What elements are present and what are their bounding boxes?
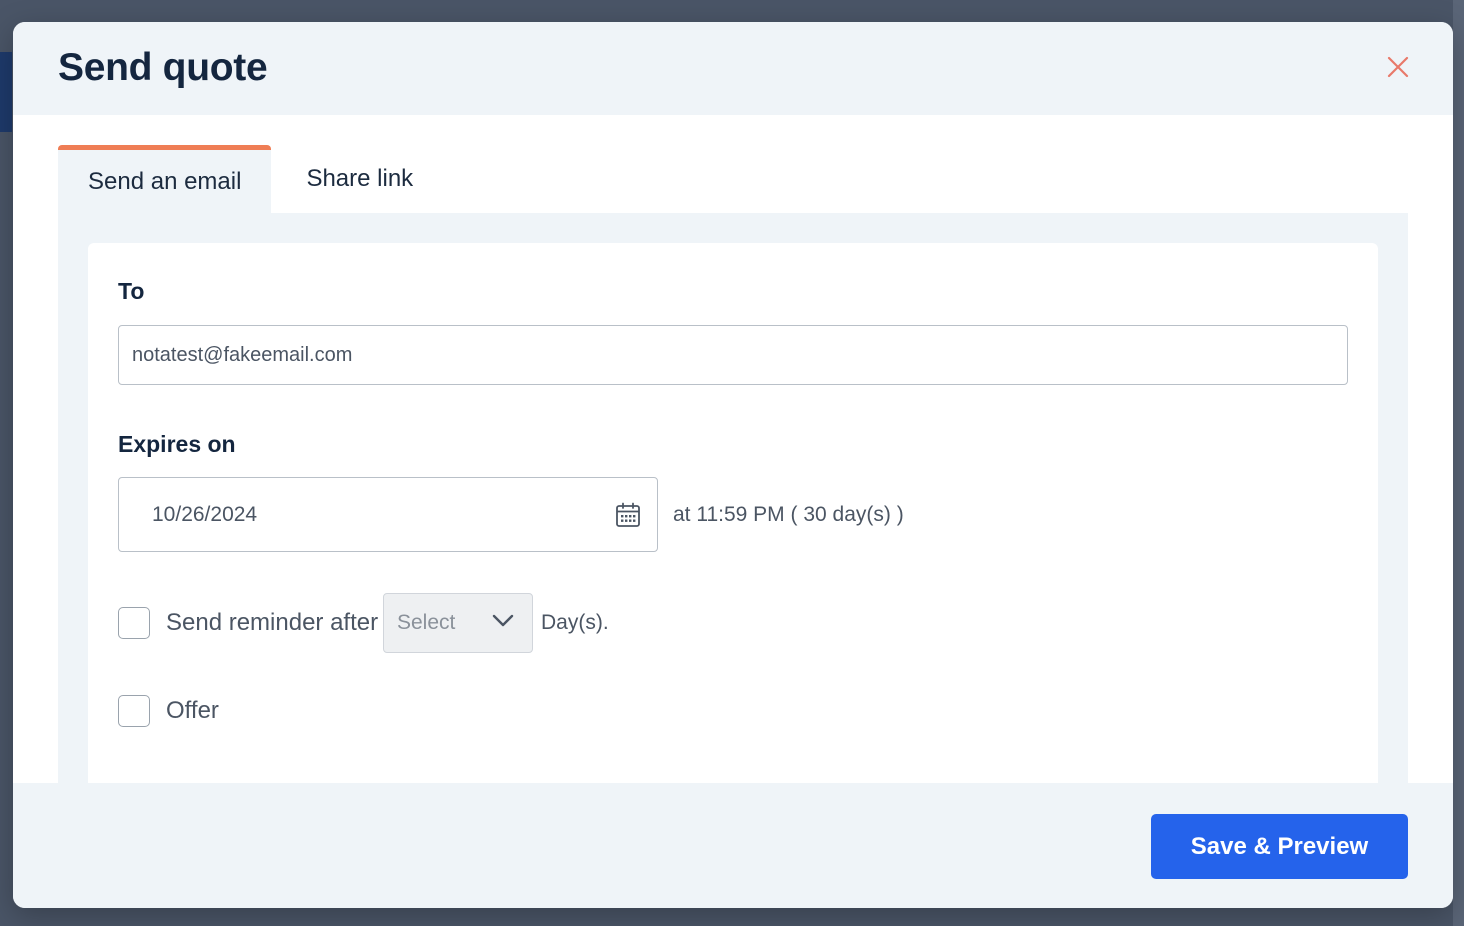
reminder-label: Send reminder after [166, 609, 379, 636]
save-preview-button[interactable]: Save & Preview [1151, 814, 1408, 879]
expires-time-note: at 11:59 PM ( 30 day(s) ) [673, 503, 904, 526]
close-icon [1387, 56, 1409, 78]
to-label: To [118, 278, 145, 304]
backdrop-page-edge [1453, 0, 1464, 926]
close-button[interactable] [1383, 52, 1413, 82]
reminder-select-value: Select [397, 611, 456, 634]
expires-date-field[interactable]: 10/26/2024 [118, 477, 658, 552]
expires-label: Expires on [118, 431, 236, 457]
modal-footer: Save & Preview [13, 783, 1453, 908]
calendar-icon[interactable] [615, 502, 641, 528]
to-email-field[interactable]: notatest@fakeemail.com [118, 325, 1348, 385]
email-form: To notatest@fakeemail.com Expires on 10/… [88, 243, 1378, 803]
offer-label: Offer [166, 697, 219, 724]
tab-bar: Send an email Share link [58, 145, 444, 213]
backdrop-sidebar-accent [0, 52, 12, 132]
chevron-down-icon [492, 614, 514, 627]
tab-send-email[interactable]: Send an email [58, 145, 272, 213]
tab-panel: To notatest@fakeemail.com Expires on 10/… [58, 213, 1408, 803]
reminder-days-select[interactable]: Select [383, 593, 533, 653]
tab-share-link[interactable]: Share link [271, 145, 444, 213]
reminder-unit-label: Day(s). [541, 611, 609, 634]
modal-header: Send quote [13, 22, 1453, 115]
to-email-value: notatest@fakeemail.com [132, 343, 353, 366]
expires-date-value: 10/26/2024 [152, 502, 258, 526]
reminder-checkbox[interactable] [118, 607, 150, 639]
modal-title: Send quote [58, 46, 268, 89]
send-quote-modal: Send quote Send an email Share link To n… [13, 22, 1453, 908]
offer-checkbox[interactable] [118, 695, 150, 727]
